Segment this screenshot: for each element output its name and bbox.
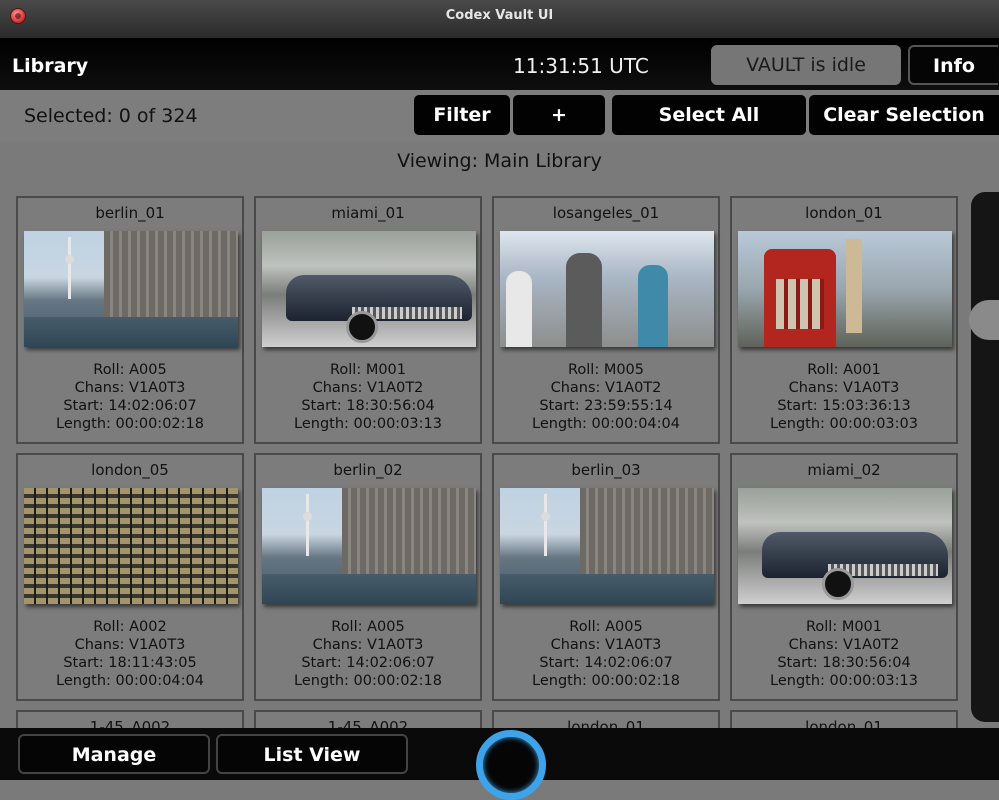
list-view-button[interactable]: List View <box>216 734 408 774</box>
clip-start: Start: 14:02:06:07 <box>63 398 197 414</box>
clip-length: Length: 00:00:02:18 <box>294 673 442 689</box>
clip-thumbnail[interactable] <box>24 231 238 347</box>
clip-name: miami_02 <box>807 461 881 479</box>
select-all-button[interactable]: Select All <box>612 95 806 135</box>
clip-metadata: Roll: M001 Chans: V1A0T2 Start: 18:30:56:0… <box>256 361 480 433</box>
clip-metadata: Roll: A001 Chans: V1A0T3 Start: 15:03:36:1… <box>732 361 956 433</box>
add-button[interactable]: + <box>513 95 605 135</box>
selection-count: Selected: 0 of 324 <box>24 105 198 127</box>
clip-roll: Roll: A005 <box>569 619 643 635</box>
clip-metadata: Roll: A002 Chans: V1A0T3 Start: 18:11:43:0… <box>18 618 242 690</box>
clip-roll: Roll: A005 <box>93 362 167 378</box>
vault-status-badge: VAULT is idle <box>711 45 901 85</box>
clip-length: Length: 00:00:02:18 <box>56 416 204 432</box>
clip-name: berlin_01 <box>95 204 165 222</box>
clip-grid: berlin_01 Roll: A005 Chans: V1A0T3 Start: 1… <box>12 192 970 740</box>
clip-roll: Roll: M001 <box>805 619 883 635</box>
clip-metadata: Roll: A005 Chans: V1A0T3 Start: 14:02:06:0… <box>256 618 480 690</box>
clip-length: Length: 00:00:03:13 <box>770 673 918 689</box>
clip-name: berlin_03 <box>571 461 641 479</box>
clip-name: london_01 <box>805 204 883 222</box>
clip-metadata: Roll: M001 Chans: V1A0T2 Start: 18:30:56:0… <box>732 618 956 690</box>
clip-start: Start: 23:59:55:14 <box>539 398 673 414</box>
clip-card[interactable]: miami_02 Roll: M001 Chans: V1A0T2 Start: 18… <box>730 453 958 701</box>
clip-card[interactable]: london_05 Roll: A002 Chans: V1A0T3 Start: 1… <box>16 453 244 701</box>
clip-name: losangeles_01 <box>552 204 660 222</box>
title-bar: Codex Vault UI <box>0 0 999 39</box>
clip-card[interactable]: london_01 Roll: A001 Chans: V1A0T3 Start: 1… <box>730 196 958 444</box>
viewing-label: Viewing: Main Library <box>397 150 602 172</box>
clip-chans: Chans: V1A0T3 <box>550 637 662 653</box>
toolbar: Selected: 0 of 324 Filter + Select All C… <box>0 90 999 142</box>
clip-length: Length: 00:00:04:04 <box>532 416 680 432</box>
clip-card[interactable]: berlin_03 Roll: A005 Chans: V1A0T3 Start: 1… <box>492 453 720 701</box>
clip-chans: Chans: V1A0T2 <box>312 380 424 396</box>
clip-chans: Chans: V1A0T3 <box>788 380 900 396</box>
clip-thumbnail[interactable] <box>262 488 476 604</box>
clip-thumbnail[interactable] <box>500 231 714 347</box>
clear-selection-button[interactable]: Clear Selection <box>809 95 999 135</box>
clip-length: Length: 00:00:02:18 <box>532 673 680 689</box>
clip-start: Start: 14:02:06:07 <box>301 655 435 671</box>
clip-metadata: Roll: M005 Chans: V1A0T2 Start: 23:59:55:1… <box>494 361 718 433</box>
clip-thumbnail[interactable] <box>24 488 238 604</box>
clip-name: london_05 <box>91 461 169 479</box>
clip-thumbnail[interactable] <box>738 488 952 604</box>
filter-button[interactable]: Filter <box>414 95 510 135</box>
window-title: Codex Vault UI <box>445 8 554 23</box>
clip-start: Start: 18:11:43:05 <box>63 655 197 671</box>
clip-roll: Roll: A005 <box>331 619 405 635</box>
clip-roll: Roll: M001 <box>329 362 407 378</box>
clip-metadata: Roll: A005 Chans: V1A0T3 Start: 14:02:06:0… <box>18 361 242 433</box>
clip-roll: Roll: A002 <box>93 619 167 635</box>
header-bar: Library 11:31:51 UTC VAULT is idle Info <box>0 38 999 90</box>
scrollbar-track[interactable] <box>971 192 999 722</box>
clip-thumbnail[interactable] <box>738 231 952 347</box>
clip-chans: Chans: V1A0T2 <box>550 380 662 396</box>
clip-name: berlin_02 <box>333 461 403 479</box>
clip-roll: Roll: A001 <box>807 362 881 378</box>
clip-roll: Roll: M005 <box>567 362 645 378</box>
clip-chans: Chans: V1A0T2 <box>788 637 900 653</box>
clip-card[interactable]: berlin_02 Roll: A005 Chans: V1A0T3 Start: 1… <box>254 453 482 701</box>
activity-ring-icon <box>476 730 546 800</box>
clip-chans: Chans: V1A0T3 <box>74 637 186 653</box>
clip-start: Start: 18:30:56:04 <box>777 655 911 671</box>
clip-chans: Chans: V1A0T3 <box>74 380 186 396</box>
clip-card[interactable]: losangeles_01 Roll: M005 Chans: V1A0T2 Star… <box>492 196 720 444</box>
clip-card[interactable]: berlin_01 Roll: A005 Chans: V1A0T3 Start: 1… <box>16 196 244 444</box>
clip-thumbnail[interactable] <box>262 231 476 347</box>
clip-thumbnail[interactable] <box>500 488 714 604</box>
clip-start: Start: 18:30:56:04 <box>301 398 435 414</box>
clip-chans: Chans: V1A0T3 <box>312 637 424 653</box>
clip-start: Start: 15:03:36:13 <box>777 398 911 414</box>
section-title: Library <box>12 55 89 77</box>
info-button[interactable]: Info <box>908 45 998 85</box>
clip-start: Start: 14:02:06:07 <box>539 655 673 671</box>
utc-clock: 11:31:51 UTC <box>513 54 649 78</box>
clip-metadata: Roll: A005 Chans: V1A0T3 Start: 14:02:06:0… <box>494 618 718 690</box>
clip-card[interactable]: miami_01 Roll: M001 Chans: V1A0T2 Start: 18… <box>254 196 482 444</box>
manage-button[interactable]: Manage <box>18 734 210 774</box>
clip-length: Length: 00:00:03:03 <box>770 416 918 432</box>
clip-length: Length: 00:00:03:13 <box>294 416 442 432</box>
clip-length: Length: 00:00:04:04 <box>56 673 204 689</box>
clip-name: miami_01 <box>331 204 405 222</box>
